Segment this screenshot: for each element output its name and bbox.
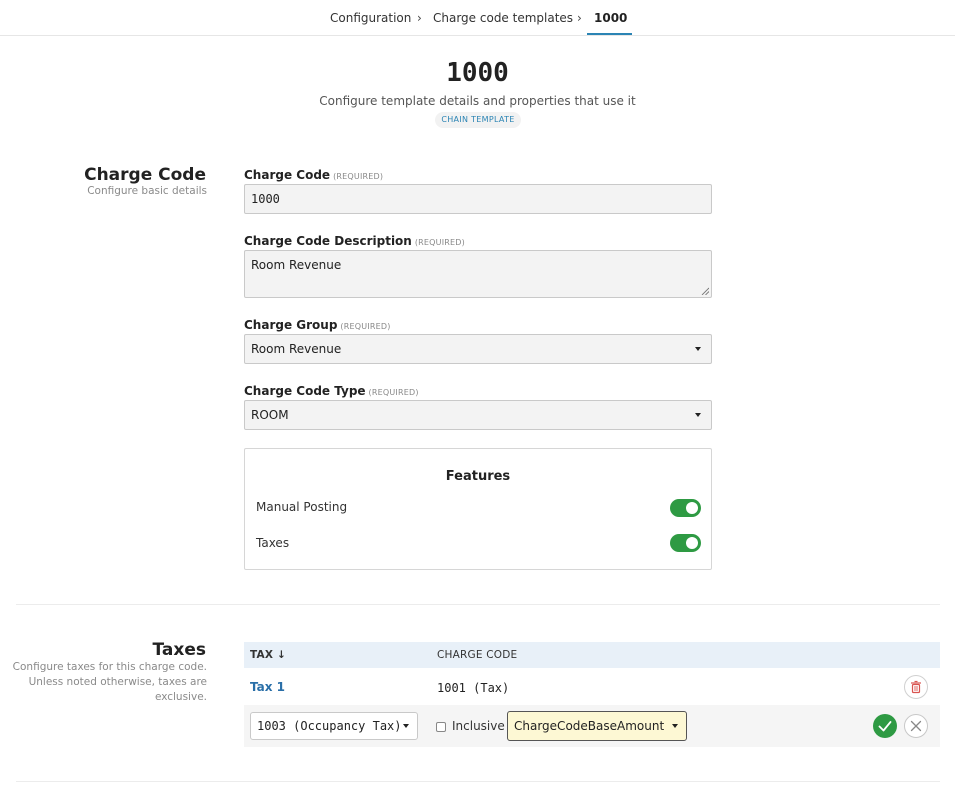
charge-code-value: 1000 — [251, 192, 280, 206]
feature-label-taxes: Taxes — [256, 536, 290, 550]
tax-link[interactable]: Tax 1 — [250, 680, 285, 694]
charge-group-label-text: Charge Group — [244, 318, 338, 332]
manual-posting-toggle[interactable] — [670, 499, 701, 517]
features-panel: Features Manual Posting Taxes — [244, 448, 712, 570]
confirm-button[interactable] — [873, 714, 897, 738]
chevron-right-icon: › — [417, 11, 422, 25]
charge-code-input[interactable]: 1000 — [244, 184, 712, 214]
caret-down-icon — [695, 347, 701, 351]
breadcrumb-configuration[interactable]: Configuration — [330, 11, 411, 25]
tax-column-label: TAX — [250, 649, 274, 661]
taxes-description-line: exclusive. — [154, 691, 207, 703]
section-divider — [16, 604, 940, 605]
page-title: 1000 — [446, 58, 509, 88]
taxes-table-header: TAX ↓ CHARGE CODE — [244, 642, 940, 668]
breadcrumb-current: 1000 — [594, 11, 628, 25]
charge-code-column-header: CHARGE CODE — [437, 649, 518, 661]
taxes-toggle[interactable] — [670, 534, 701, 552]
sort-down-icon: ↓ — [277, 649, 287, 661]
delete-tax-button[interactable] — [904, 675, 928, 699]
required-tag: (REQUIRED) — [340, 322, 391, 331]
breadcrumb-charge-code-templates[interactable]: Charge code templates — [433, 11, 573, 25]
toggle-knob — [686, 537, 698, 549]
resize-handle-icon[interactable] — [701, 287, 709, 295]
charge-code-description-value: Room Revenue — [251, 258, 342, 272]
features-title: Features — [445, 469, 511, 484]
page-subtitle: Configure template details and propertie… — [319, 94, 636, 108]
charge-code-type-label: Charge Code Type (REQUIRED) — [244, 384, 419, 398]
tax-edit-row: 1003 (Occupancy Tax) Inclusive ChargeCod… — [244, 705, 940, 747]
tax-column-header[interactable]: TAX ↓ — [250, 649, 286, 661]
required-tag: (REQUIRED) — [368, 388, 419, 397]
breadcrumb-active-indicator — [587, 33, 632, 35]
breadcrumb: Configuration › Charge code templates › … — [0, 0, 955, 36]
charge-code-type-select[interactable]: ROOM — [244, 400, 712, 430]
charge-group-label: Charge Group (REQUIRED) — [244, 318, 391, 332]
close-icon — [910, 720, 922, 732]
required-tag: (REQUIRED) — [333, 172, 384, 181]
charge-code-type-value: ROOM — [251, 408, 289, 422]
taxes-section-description: Configure taxes for this charge code. Un… — [13, 660, 207, 705]
tax-charge-code: 1001 (Tax) — [437, 681, 510, 695]
charge-group-value: Room Revenue — [251, 342, 342, 356]
base-amount-select[interactable]: ChargeCodeBaseAmount — [507, 711, 687, 741]
charge-group-select[interactable]: Room Revenue — [244, 334, 712, 364]
charge-code-description-textarea[interactable]: Room Revenue — [244, 250, 712, 298]
caret-down-icon — [672, 724, 678, 728]
feature-label-manual-posting: Manual Posting — [256, 500, 348, 514]
base-amount-value: ChargeCodeBaseAmount — [514, 719, 665, 733]
taxes-description-line: Unless noted otherwise, taxes are — [28, 676, 207, 688]
required-tag: (REQUIRED) — [414, 238, 465, 247]
charge-code-section-title: Charge Code — [84, 165, 206, 185]
trash-icon — [911, 680, 921, 694]
inclusive-label[interactable]: Inclusive — [452, 719, 505, 733]
inclusive-checkbox[interactable] — [436, 722, 446, 732]
table-row: Tax 1 1001 (Tax) — [244, 670, 940, 704]
cancel-button[interactable] — [904, 714, 928, 738]
charge-code-label: Charge Code (REQUIRED) — [244, 168, 383, 182]
charge-code-section-description: Configure basic details — [87, 185, 207, 197]
taxes-description-line: Configure taxes for this charge code. — [12, 661, 207, 673]
chevron-right-icon: › — [577, 11, 582, 25]
section-divider — [16, 781, 940, 782]
charge-code-type-label-text: Charge Code Type — [244, 384, 366, 398]
check-icon — [878, 721, 892, 732]
toggle-knob — [686, 502, 698, 514]
taxes-section-title: Taxes — [152, 640, 207, 660]
charge-code-description-label-text: Charge Code Description — [244, 234, 412, 248]
caret-down-icon — [695, 413, 701, 417]
charge-code-description-label: Charge Code Description (REQUIRED) — [244, 234, 465, 248]
caret-down-icon — [403, 724, 409, 728]
tax-select[interactable]: 1003 (Occupancy Tax) — [250, 712, 418, 740]
charge-code-label-text: Charge Code — [244, 168, 331, 182]
tax-select-value: 1003 (Occupancy Tax) — [257, 719, 402, 733]
chain-template-badge: CHAIN TEMPLATE — [435, 112, 521, 128]
